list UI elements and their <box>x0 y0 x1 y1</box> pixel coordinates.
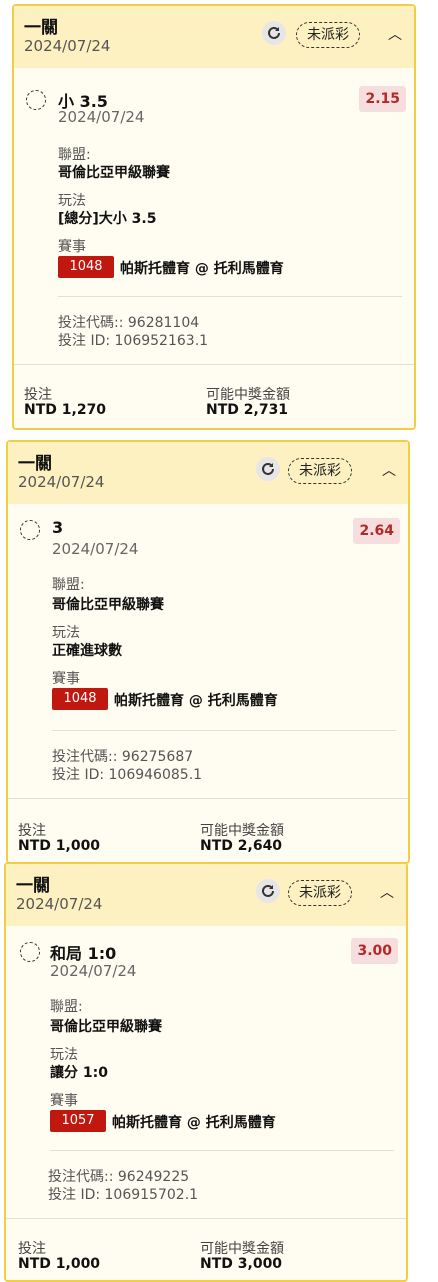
selection-name: 和局 1:0 <box>50 944 117 963</box>
stake-value: NTD 1,000 <box>18 1256 101 1272</box>
league-value: 哥倫比亞甲級聯賽 <box>58 165 170 181</box>
payout-value: NTD 2,731 <box>206 402 289 418</box>
payout-value: NTD 2,640 <box>200 838 283 854</box>
event-code-badge: 1048 <box>52 688 108 710</box>
league-value: 哥倫比亞甲級聯賽 <box>50 1019 162 1035</box>
refresh-icon[interactable] <box>256 457 280 481</box>
refresh-icon[interactable] <box>262 21 286 45</box>
stake-label: 投注 <box>18 1241 46 1257</box>
pending-status-icon <box>20 520 40 540</box>
bet-id: 投注 ID: 106946085.1 <box>52 767 203 783</box>
event-code-badge: 1057 <box>50 1110 106 1132</box>
event-name[interactable]: 帕斯托體育 @ 托利馬體育 <box>114 690 278 710</box>
divider <box>50 1150 394 1151</box>
event-name[interactable]: 帕斯托體育 @ 托利馬體育 <box>112 1112 276 1132</box>
divider <box>52 730 396 731</box>
market-value: 正確進球數 <box>52 643 122 659</box>
footer-divider <box>6 1218 406 1219</box>
payout-label: 可能中獎金額 <box>200 1241 284 1257</box>
bet-ticket-card: 一關 2024/07/24 未派彩 ︿ 和局 1:0 2024/07/24 3.… <box>4 862 408 1282</box>
chevron-up-icon[interactable]: ︿ <box>388 24 402 44</box>
market-label: 玩法 <box>50 1047 78 1063</box>
bet-code: 投注代碼:: 96275687 <box>52 749 194 765</box>
ticket-date: 2024/07/24 <box>24 37 111 55</box>
market-value: 讓分 1:0 <box>50 1065 108 1081</box>
selection-date: 2024/07/24 <box>58 108 145 126</box>
selection-date: 2024/07/24 <box>50 962 137 980</box>
event-label: 賽事 <box>50 1093 78 1109</box>
ticket-title: 一關 <box>24 18 58 38</box>
bet-code: 投注代碼:: 96281104 <box>58 315 200 331</box>
status-badge: 未派彩 <box>288 458 352 484</box>
league-label: 聯盟: <box>52 577 85 593</box>
market-label: 玩法 <box>52 625 80 641</box>
event-label: 賽事 <box>58 239 86 255</box>
event-code-badge: 1048 <box>58 256 114 278</box>
market-label: 玩法 <box>58 193 86 209</box>
selection-name: 3 <box>52 518 64 537</box>
pending-status-icon <box>26 90 46 110</box>
selection-date: 2024/07/24 <box>52 540 139 558</box>
refresh-icon[interactable] <box>256 879 280 903</box>
bet-ticket-card: 一關 2024/07/24 未派彩 ︿ 小 3.5 2024/07/24 2.1… <box>12 4 416 430</box>
footer-divider <box>8 798 408 799</box>
stake-value: NTD 1,000 <box>18 838 101 854</box>
ticket-header[interactable]: 一關 2024/07/24 未派彩 ︿ <box>14 6 414 68</box>
chevron-up-icon[interactable]: ︿ <box>380 882 394 902</box>
league-value: 哥倫比亞甲級聯賽 <box>52 597 164 613</box>
bet-code: 投注代碼:: 96249225 <box>48 1169 190 1185</box>
league-label: 聯盟: <box>50 999 83 1015</box>
stake-label: 投注 <box>18 823 46 839</box>
footer-divider <box>14 364 414 365</box>
status-badge: 未派彩 <box>288 880 352 906</box>
bet-id: 投注 ID: 106915702.1 <box>48 1187 199 1203</box>
market-value: [總分]大小 3.5 <box>58 211 157 227</box>
ticket-header[interactable]: 一關 2024/07/24 未派彩 ︿ <box>8 442 408 504</box>
chevron-up-icon[interactable]: ︿ <box>382 460 396 480</box>
odds-badge: 3.00 <box>351 938 398 964</box>
ticket-title: 一關 <box>16 876 50 896</box>
stake-label: 投注 <box>24 387 52 403</box>
ticket-header[interactable]: 一關 2024/07/24 未派彩 ︿ <box>6 864 406 926</box>
payout-value: NTD 3,000 <box>200 1256 283 1272</box>
event-name[interactable]: 帕斯托體育 @ 托利馬體育 <box>120 258 284 278</box>
bet-id: 投注 ID: 106952163.1 <box>58 333 209 349</box>
event-label: 賽事 <box>52 671 80 687</box>
bet-ticket-card: 一關 2024/07/24 未派彩 ︿ 3 2024/07/24 2.64 聯盟… <box>6 440 410 864</box>
ticket-date: 2024/07/24 <box>16 895 103 913</box>
pending-status-icon <box>20 942 40 962</box>
odds-badge: 2.64 <box>353 518 400 544</box>
stake-value: NTD 1,270 <box>24 402 107 418</box>
ticket-date: 2024/07/24 <box>18 473 105 491</box>
divider <box>58 296 402 297</box>
ticket-title: 一關 <box>18 454 52 474</box>
league-label: 聯盟: <box>58 147 91 163</box>
status-badge: 未派彩 <box>296 22 360 48</box>
odds-badge: 2.15 <box>359 86 406 112</box>
payout-label: 可能中獎金額 <box>206 387 290 403</box>
payout-label: 可能中獎金額 <box>200 823 284 839</box>
